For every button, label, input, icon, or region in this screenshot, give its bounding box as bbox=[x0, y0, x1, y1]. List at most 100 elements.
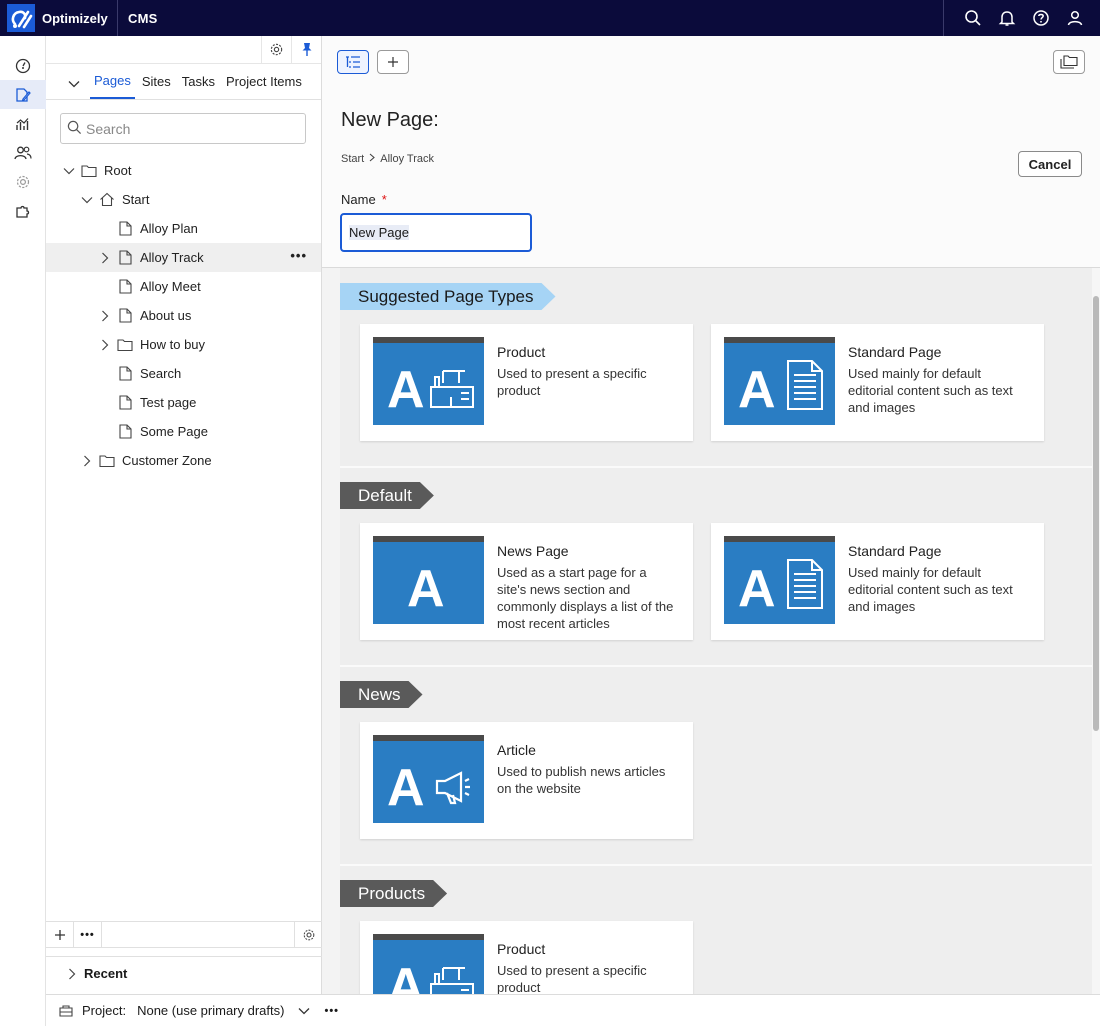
breadcrumb-item[interactable]: Alloy Track bbox=[380, 153, 434, 165]
settings-icon[interactable] bbox=[0, 167, 46, 196]
tree-node-alloy-plan[interactable]: Alloy Plan bbox=[46, 214, 321, 243]
card-title: Product bbox=[497, 941, 546, 957]
more-options-icon[interactable]: ••• bbox=[324, 1005, 339, 1017]
card-description: Used to publish news articles on the web… bbox=[497, 764, 666, 796]
group-header: Products bbox=[340, 880, 447, 907]
addons-icon[interactable] bbox=[0, 196, 46, 225]
page-tree-search[interactable] bbox=[60, 113, 306, 144]
top-actions bbox=[943, 0, 1100, 36]
tree-view-button[interactable] bbox=[337, 50, 369, 74]
svg-text:A: A bbox=[387, 958, 425, 994]
product-name: CMS bbox=[128, 10, 158, 26]
optimizely-logo-icon bbox=[6, 3, 36, 33]
dashboard-icon[interactable] bbox=[0, 51, 46, 80]
card-title: Standard Page bbox=[848, 543, 942, 559]
tree-node-label: Alloy Meet bbox=[140, 279, 201, 294]
chevron-right-icon[interactable] bbox=[96, 336, 114, 354]
brand-name: Optimizely bbox=[42, 10, 108, 26]
collapse-chevron-icon[interactable] bbox=[62, 69, 86, 99]
scrollbar-thumb[interactable] bbox=[1093, 296, 1099, 731]
tab-sites[interactable]: Sites bbox=[138, 63, 175, 99]
assets-pane-button[interactable] bbox=[1053, 50, 1085, 74]
card-description: Used mainly for default editorial conten… bbox=[848, 565, 1013, 614]
bell-icon[interactable] bbox=[990, 0, 1024, 36]
tree-node-label: Start bbox=[122, 192, 150, 207]
svg-text:A: A bbox=[407, 560, 445, 618]
page-type-card[interactable]: A Standard Page Used mainly for default … bbox=[711, 324, 1044, 441]
card-description: Used to present a specific product bbox=[497, 963, 647, 994]
page-type-card[interactable]: A Article Used to publish news articles … bbox=[360, 722, 693, 839]
group-header: Suggested Page Types bbox=[340, 283, 556, 310]
chevron-down-icon[interactable] bbox=[78, 191, 96, 209]
group-header: Default bbox=[340, 482, 434, 509]
tree-node-customer-zone[interactable]: Customer Zone bbox=[46, 446, 321, 475]
page-type-card[interactable]: A Standard Page Used mainly for default … bbox=[711, 523, 1044, 640]
tree-footer-toolbar: ••• bbox=[46, 921, 322, 948]
brand[interactable]: Optimizely bbox=[0, 0, 118, 36]
help-icon[interactable] bbox=[1024, 0, 1058, 36]
folder-icon bbox=[116, 336, 134, 354]
tree-node-about-us[interactable]: About us bbox=[46, 301, 321, 330]
tree-node-some-page[interactable]: Some Page bbox=[46, 417, 321, 446]
tree-node-label: How to buy bbox=[140, 337, 206, 352]
tree-node-search[interactable]: Search bbox=[46, 359, 321, 388]
gear-icon[interactable] bbox=[261, 35, 291, 64]
tree-node-alloy-meet[interactable]: Alloy Meet bbox=[46, 272, 321, 301]
add-button[interactable] bbox=[377, 50, 409, 74]
chevron-right-icon[interactable] bbox=[78, 452, 96, 470]
breadcrumb-item[interactable]: Start bbox=[341, 153, 364, 165]
breadcrumb: Start Alloy Track bbox=[341, 153, 434, 165]
navigation-tools bbox=[46, 35, 321, 64]
page-type-card[interactable]: A Product Used to present a specific pro… bbox=[360, 921, 693, 994]
name-input-value: New Page bbox=[349, 225, 409, 240]
svg-text:A: A bbox=[738, 361, 776, 419]
add-icon[interactable] bbox=[46, 921, 74, 948]
card-title: Product bbox=[497, 344, 546, 360]
pin-icon[interactable] bbox=[291, 35, 321, 64]
tree-node-alloy-track[interactable]: Alloy Track ••• bbox=[46, 243, 321, 272]
tab-pages[interactable]: Pages bbox=[90, 63, 135, 99]
project-selector[interactable]: None (use primary drafts) bbox=[137, 1003, 284, 1018]
more-options-icon[interactable]: ••• bbox=[290, 248, 307, 263]
chevron-right-icon[interactable] bbox=[96, 307, 114, 325]
tree-node-test-page[interactable]: Test page bbox=[46, 388, 321, 417]
page-icon bbox=[116, 249, 134, 267]
chevron-right-icon[interactable] bbox=[96, 249, 114, 267]
name-label: Name * bbox=[341, 192, 387, 207]
users-icon[interactable] bbox=[0, 138, 46, 167]
standard-page-thumbnail-icon: A bbox=[724, 337, 835, 425]
standard-page-thumbnail-icon: A bbox=[724, 536, 835, 624]
more-options-icon[interactable]: ••• bbox=[74, 921, 102, 948]
tree-node-label: Test page bbox=[140, 395, 197, 410]
card-title: News Page bbox=[497, 543, 569, 559]
tab-tasks[interactable]: Tasks bbox=[178, 63, 219, 99]
page-icon bbox=[116, 307, 134, 325]
gear-icon[interactable] bbox=[294, 921, 322, 948]
tree-node-root[interactable]: Root bbox=[46, 156, 321, 185]
recent-section[interactable]: Recent bbox=[46, 956, 322, 990]
user-icon[interactable] bbox=[1058, 0, 1092, 36]
edit-icon[interactable] bbox=[0, 80, 46, 109]
tree-node-how-to-buy[interactable]: How to buy bbox=[46, 330, 321, 359]
page-type-card[interactable]: A News Page Used as a start page for a s… bbox=[360, 523, 693, 640]
chevron-down-icon[interactable] bbox=[298, 1007, 310, 1015]
search-icon[interactable] bbox=[956, 0, 990, 36]
name-input[interactable]: New Page bbox=[340, 213, 532, 252]
analytics-icon[interactable] bbox=[0, 109, 46, 138]
tree-node-start[interactable]: Start bbox=[46, 185, 321, 214]
content-scrollbar[interactable] bbox=[1092, 268, 1100, 994]
cancel-button[interactable]: Cancel bbox=[1018, 151, 1082, 177]
tab-project-items[interactable]: Project Items bbox=[222, 63, 306, 99]
search-icon bbox=[67, 120, 82, 138]
search-input[interactable] bbox=[86, 120, 286, 137]
chevron-down-icon[interactable] bbox=[60, 162, 78, 180]
page-type-card[interactable]: A Product Used to present a specific pro… bbox=[360, 324, 693, 441]
chevron-right-icon bbox=[68, 968, 76, 980]
navigation-tabs: Pages Sites Tasks Project Items bbox=[46, 64, 321, 100]
svg-text:A: A bbox=[387, 759, 425, 817]
page-icon bbox=[116, 423, 134, 441]
